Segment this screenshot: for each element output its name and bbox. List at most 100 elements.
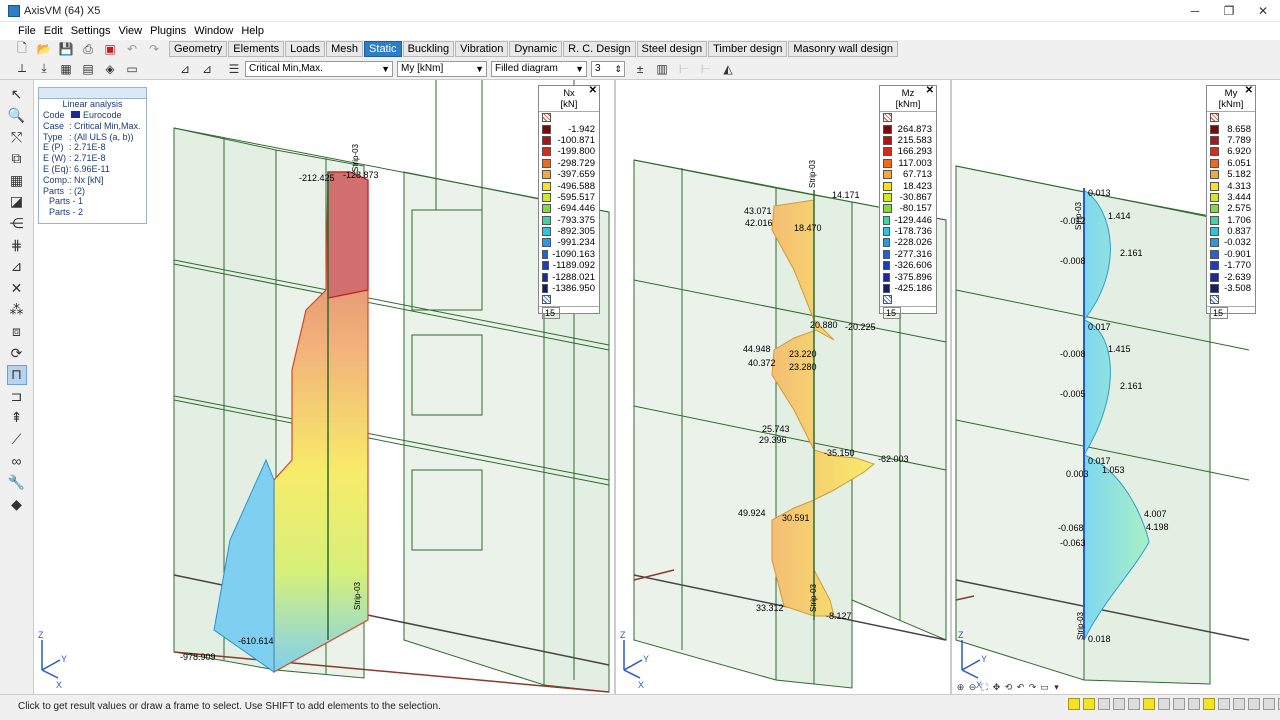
- menu-edit[interactable]: Edit: [40, 25, 67, 37]
- tab-static[interactable]: Static: [364, 41, 402, 57]
- node-toggle-icon[interactable]: [1173, 698, 1185, 710]
- legend-count[interactable]: 15: [883, 307, 901, 320]
- zoom-in-icon[interactable]: ⊕: [955, 682, 966, 693]
- diagram-u-icon[interactable]: ⊿: [177, 61, 193, 77]
- result-export-icon[interactable]: ⤓: [36, 61, 52, 77]
- load-icon[interactable]: ⇞: [7, 408, 27, 428]
- tab-vibration[interactable]: Vibration: [455, 41, 509, 57]
- pointer-icon[interactable]: ↖: [7, 84, 27, 104]
- view-settings-icon[interactable]: ▾: [1051, 682, 1062, 693]
- open-folder-icon[interactable]: 📂: [36, 41, 52, 57]
- close-icon[interactable]: ✕: [1245, 85, 1253, 96]
- measure-icon[interactable]: ⟋: [7, 430, 27, 450]
- panel-header[interactable]: [39, 88, 146, 99]
- new-file-icon[interactable]: 🗋: [14, 41, 30, 57]
- report-icon[interactable]: ▤: [80, 61, 96, 77]
- minimize-button[interactable]: ─: [1178, 0, 1212, 22]
- analysis-info-panel[interactable]: Linear analysis Code Eurocode Case: Criti…: [38, 87, 147, 224]
- menu-file[interactable]: File: [14, 25, 40, 37]
- tab-timber-design[interactable]: Timber design: [708, 41, 788, 57]
- menu-window[interactable]: Window: [190, 25, 237, 37]
- tree-toggle-icon[interactable]: [1188, 698, 1200, 710]
- component-select[interactable]: My [kNm] ▼: [397, 60, 487, 77]
- tab-rc-design[interactable]: R. C. Design: [563, 41, 636, 57]
- tab-elements[interactable]: Elements: [228, 41, 285, 57]
- close-button[interactable]: ✕: [1246, 0, 1280, 22]
- pan-icon[interactable]: ✥: [991, 682, 1002, 693]
- color-legend-nx[interactable]: ✕ Nx [kN] -1.942 -100.871 -199.800 -298.729…: [538, 85, 600, 320]
- menu-settings[interactable]: Settings: [67, 25, 115, 37]
- diagram-v-icon[interactable]: ⊿: [199, 61, 215, 77]
- copy-view-icon[interactable]: ⧉: [7, 149, 27, 169]
- display-options-icon[interactable]: ▭: [124, 61, 140, 77]
- tab-masonry-wall-design[interactable]: Masonry wall design: [788, 41, 899, 57]
- dimension-toggle-icon[interactable]: [1263, 698, 1275, 710]
- tab-steel-design[interactable]: Steel design: [636, 41, 708, 57]
- menu-help[interactable]: Help: [237, 25, 268, 37]
- viewport-area[interactable]: -212.425 -128.873 -978.909 -610.614 Stri…: [34, 80, 1280, 694]
- info-icon[interactable]: ◆: [7, 494, 27, 514]
- section-line-icon[interactable]: ⊢: [676, 61, 692, 77]
- close-icon[interactable]: ✕: [589, 85, 597, 96]
- color-legend-my[interactable]: ✕ My [kNm] 8.658 7.789 6.920 6.051 5.182 4.31…: [1206, 85, 1256, 320]
- wrench-icon[interactable]: 🔧: [7, 473, 27, 493]
- display-mode-select[interactable]: Filled diagram ▼: [491, 60, 587, 77]
- tab-geometry[interactable]: Geometry: [169, 41, 228, 57]
- layer-icon[interactable]: ⧈: [7, 322, 27, 342]
- zoom-fit-icon[interactable]: ⛶: [979, 682, 990, 693]
- save-icon[interactable]: 💾: [58, 41, 74, 57]
- object-toggle-icon[interactable]: [1128, 698, 1140, 710]
- menu-view[interactable]: View: [114, 25, 146, 37]
- close-icon[interactable]: ✕: [926, 85, 934, 96]
- legend-count[interactable]: 15: [542, 307, 560, 320]
- view-axes-icon[interactable]: ⤲: [7, 127, 27, 147]
- zoom-out-icon[interactable]: ⊖: [967, 682, 978, 693]
- snap-toggle-icon[interactable]: [1068, 698, 1080, 710]
- print-icon[interactable]: ⎙: [80, 41, 96, 57]
- results-table-icon[interactable]: ⟂: [14, 61, 30, 77]
- tab-buckling[interactable]: Buckling: [402, 41, 455, 57]
- model-views[interactable]: -212.425 -128.873 -978.909 -610.614 Stri…: [34, 80, 1280, 694]
- max-min-icon[interactable]: ±: [632, 61, 648, 77]
- tab-dynamic[interactable]: Dynamic: [509, 41, 563, 57]
- pdf-icon[interactable]: ▣: [102, 41, 118, 57]
- color-legend-mz[interactable]: ✕ Mz [kNm] 264.873 215.583 166.293 117.003 6…: [879, 85, 937, 320]
- list-icon[interactable]: ☰: [226, 61, 242, 77]
- result-toggle-icon[interactable]: [1203, 698, 1215, 710]
- maximize-button[interactable]: ❐: [1212, 0, 1246, 22]
- dimension-icon[interactable]: ⊿: [7, 257, 27, 277]
- menu-plugins[interactable]: Plugins: [146, 25, 190, 37]
- zoom-icon[interactable]: 🔍: [7, 106, 27, 126]
- label-toggle-icon[interactable]: [1158, 698, 1170, 710]
- perspective-icon[interactable]: ◪: [7, 192, 27, 212]
- section-icon[interactable]: ⊓: [6, 364, 27, 385]
- axis-toggle-icon[interactable]: [1218, 698, 1230, 710]
- undo-view-icon[interactable]: ↶: [1015, 682, 1026, 693]
- grid-icon[interactable]: ⋕: [7, 235, 27, 255]
- redo-view-icon[interactable]: ↷: [1027, 682, 1038, 693]
- delete-icon[interactable]: ✕: [7, 278, 27, 298]
- layers-icon[interactable]: ◈: [102, 61, 118, 77]
- undo-icon[interactable]: ↶: [124, 41, 140, 57]
- rotate-view-icon[interactable]: ⟲: [1003, 682, 1014, 693]
- mesh-refine-icon[interactable]: ⁂: [7, 300, 27, 320]
- symbol-toggle-icon[interactable]: [1143, 698, 1155, 710]
- table-browser-icon[interactable]: ▦: [58, 61, 74, 77]
- rotate-icon[interactable]: ⟳: [7, 343, 27, 363]
- surface-plot-icon[interactable]: ◭: [720, 61, 736, 77]
- legend-count[interactable]: 15: [1210, 307, 1228, 320]
- tab-mesh[interactable]: Mesh: [326, 41, 364, 57]
- redo-icon[interactable]: ↷: [146, 41, 162, 57]
- color-coding-icon[interactable]: ▦: [7, 170, 27, 190]
- load-case-select[interactable]: Critical Min,Max. ▼: [245, 60, 393, 77]
- connect-icon[interactable]: ⊐: [7, 386, 27, 406]
- contour-count-stepper[interactable]: 3 ⇕: [591, 60, 625, 77]
- node-select-icon[interactable]: ⋲: [7, 214, 27, 234]
- part-toggle-icon[interactable]: [1248, 698, 1260, 710]
- tab-loads[interactable]: Loads: [285, 41, 326, 57]
- cursor-toggle-icon[interactable]: [1098, 698, 1110, 710]
- color-scale-icon[interactable]: ▥: [654, 61, 670, 77]
- parts-item[interactable]: Parts - 2: [39, 207, 146, 218]
- grid-toggle-icon[interactable]: [1083, 698, 1095, 710]
- section-toggle-icon[interactable]: [1233, 698, 1245, 710]
